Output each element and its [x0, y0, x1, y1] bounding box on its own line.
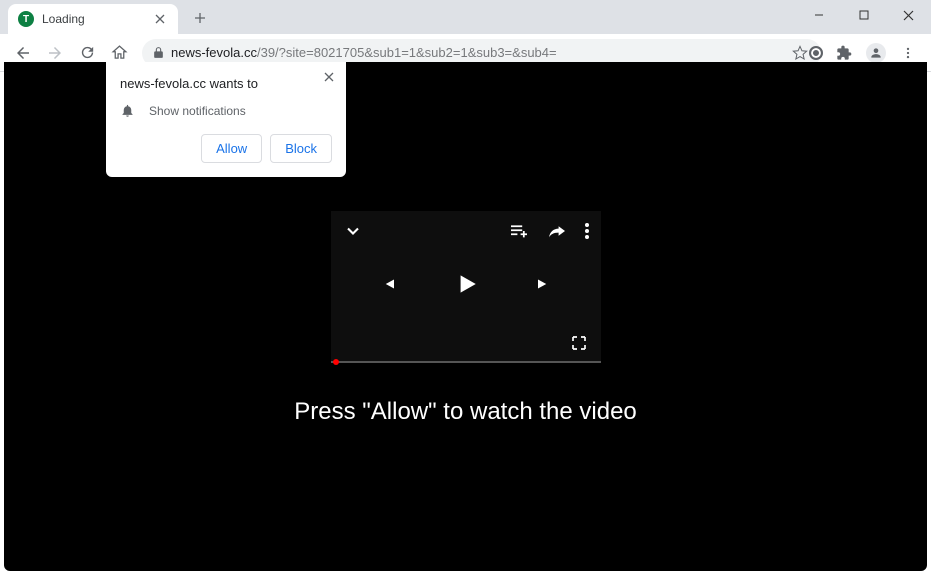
progress-bar[interactable] [331, 361, 601, 363]
permission-item: Show notifications [120, 103, 332, 118]
permission-close-icon[interactable] [320, 68, 338, 86]
block-button[interactable]: Block [270, 134, 332, 163]
progress-handle[interactable] [333, 359, 339, 365]
tab-title: Loading [42, 12, 152, 26]
tab-close-icon[interactable] [152, 11, 168, 27]
maximize-button[interactable] [841, 0, 886, 30]
browser-tab[interactable]: T Loading [8, 4, 178, 34]
chevron-down-icon[interactable] [343, 221, 363, 241]
previous-track-icon[interactable] [379, 275, 397, 293]
permission-item-label: Show notifications [149, 104, 246, 118]
permission-prompt: news-fevola.cc wants to Show notificatio… [106, 62, 346, 177]
window-controls [796, 0, 931, 30]
video-player [331, 211, 601, 363]
next-track-icon[interactable] [535, 275, 553, 293]
url-text: news-fevola.cc/39/?site=8021705&sub1=1&s… [171, 45, 789, 60]
minimize-button[interactable] [796, 0, 841, 30]
page-content: news-fevola.cc wants to Show notificatio… [4, 62, 927, 571]
share-icon[interactable] [547, 223, 567, 239]
bell-icon [120, 103, 135, 118]
fullscreen-icon[interactable] [571, 335, 587, 351]
new-tab-button[interactable] [186, 4, 214, 32]
page-caption: Press "Allow" to watch the video [4, 398, 927, 426]
tab-favicon: T [18, 11, 34, 27]
play-icon[interactable] [453, 269, 479, 299]
titlebar: T Loading [0, 0, 931, 34]
permission-title: news-fevola.cc wants to [120, 76, 332, 91]
more-icon[interactable] [585, 223, 589, 239]
lock-icon[interactable] [152, 46, 165, 59]
playlist-add-icon[interactable] [509, 223, 529, 239]
allow-button[interactable]: Allow [201, 134, 262, 163]
close-window-button[interactable] [886, 0, 931, 30]
